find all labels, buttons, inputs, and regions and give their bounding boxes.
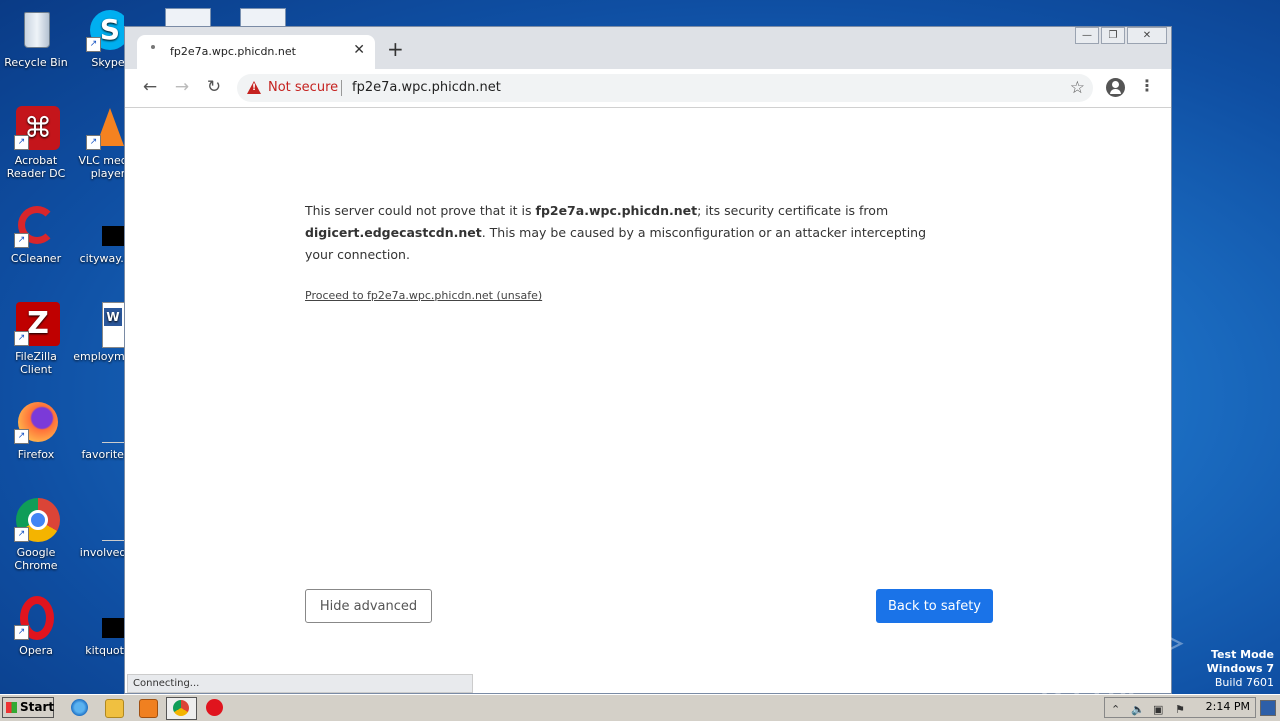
status-bubble: Connecting... [127, 674, 473, 693]
shortcut-arrow-icon: ↗ [14, 429, 29, 444]
shortcut-arrow-icon: ↗ [14, 331, 29, 346]
explanation-text: This server could not prove that it is f… [305, 203, 927, 262]
bookmark-star-icon[interactable]: ☆ [1070, 78, 1085, 98]
opera-taskbar-icon[interactable] [206, 699, 223, 716]
acrobat-icon: ⌘ ↗ [14, 106, 60, 150]
warning-icon[interactable] [247, 81, 261, 94]
chrome-taskbar-icon[interactable] [166, 697, 197, 720]
desktop-icon-chrome[interactable]: ↗ Google Chrome [0, 498, 72, 572]
account-icon[interactable] [1106, 78, 1125, 97]
tab-strip: fp2e7a.wpc.phicdn.net ✕ + — ❐ ✕ [125, 27, 1171, 69]
desktop-icon-ccleaner[interactable]: ↗ CCleaner [0, 204, 72, 265]
proceed-unsafe-link[interactable]: Proceed to fp2e7a.wpc.phicdn.net (unsafe… [305, 289, 542, 302]
interstitial-page: This server could not prove that it is f… [125, 108, 1171, 693]
hide-advanced-button[interactable]: Hide advanced [305, 589, 432, 623]
taskbar: Start ⌃ 🔈 ▣ ⚑ 2:14 PM [0, 694, 1280, 721]
url-text[interactable]: fp2e7a.wpc.phicdn.net [352, 80, 501, 95]
shortcut-arrow-icon: ↗ [14, 135, 29, 150]
not-secure-label[interactable]: Not secure [268, 80, 338, 95]
shortcut-arrow-icon: ↗ [86, 37, 101, 52]
desktop-icon-filezilla[interactable]: Z ↗ FileZilla Client [0, 302, 72, 376]
taskbar-clock[interactable]: 2:14 PM [1206, 700, 1250, 713]
file-icon [86, 498, 124, 542]
close-window-button[interactable]: ✕ [1127, 27, 1167, 44]
desktop-icon-opera[interactable]: ↗ Opera [0, 596, 72, 657]
filezilla-icon: Z ↗ [14, 302, 60, 346]
back-to-safety-button[interactable]: Back to safety [876, 589, 993, 623]
issuer-name: digicert.edgecastcdn.net [305, 225, 482, 240]
tab-loading-icon [151, 45, 155, 49]
desktop-icon-vlc[interactable]: ↗ VLC media player [72, 106, 124, 180]
shortcut-arrow-icon: ↗ [86, 135, 101, 150]
start-button[interactable]: Start [2, 697, 54, 718]
shortcut-arrow-icon: ↗ [14, 527, 29, 542]
document-icon [86, 596, 124, 640]
desktop-icon-skype[interactable]: S ↗ Skype [72, 8, 124, 69]
omnibox-divider [341, 80, 342, 96]
network-icon[interactable]: ▣ [1153, 703, 1163, 716]
desktop-icon-partial [240, 8, 286, 28]
internet-explorer-icon[interactable] [71, 699, 88, 716]
desktop-icon-involvedal[interactable]: involvedal [72, 498, 124, 559]
desktop-icon-favoritefo[interactable]: favoritefo [72, 400, 124, 461]
desktop-icon-kitquote[interactable]: kitquote [72, 596, 124, 657]
volume-icon[interactable]: 🔈 [1131, 703, 1145, 716]
address-bar[interactable]: Not secure fp2e7a.wpc.phicdn.net ☆ [237, 74, 1093, 102]
media-player-icon[interactable] [139, 699, 158, 718]
ccleaner-icon: ↗ [14, 204, 58, 248]
forward-arrow-icon[interactable]: → [171, 77, 193, 97]
desktop-icon-partial [165, 8, 211, 28]
chrome-icon: ↗ [14, 498, 60, 542]
show-desktop-button[interactable] [1260, 700, 1276, 716]
reload-icon[interactable]: ↻ [203, 77, 225, 97]
desktop-icon-firefox[interactable]: ↗ Firefox [0, 400, 72, 461]
browser-toolbar: ← → ↻ Not secure fp2e7a.wpc.phicdn.net ☆… [125, 69, 1171, 108]
skype-icon: S ↗ [86, 8, 124, 52]
tab-close-icon[interactable]: ✕ [353, 42, 365, 58]
shortcut-arrow-icon: ↗ [14, 233, 29, 248]
desktop-icon-employment[interactable]: W employment [72, 302, 124, 363]
desktop-icon-recycle-bin[interactable]: Recycle Bin [0, 8, 72, 69]
recycle-bin-icon [14, 8, 58, 52]
browser-window: fp2e7a.wpc.phicdn.net ✕ + — ❐ ✕ ← → ↻ No… [124, 26, 1172, 694]
back-arrow-icon[interactable]: ← [139, 77, 161, 97]
restore-button[interactable]: ❐ [1101, 27, 1125, 44]
tab-title: fp2e7a.wpc.phicdn.net [170, 45, 296, 58]
menu-kebab-icon[interactable]: ⋮ [1139, 77, 1155, 95]
tab-active[interactable]: fp2e7a.wpc.phicdn.net ✕ [137, 35, 375, 69]
shortcut-arrow-icon: ↗ [14, 625, 29, 640]
test-mode-notice: Test Mode Windows 7 Build 7601 [1206, 648, 1274, 689]
explorer-folder-icon[interactable] [105, 699, 124, 718]
file-icon [86, 400, 124, 444]
desktop-icon-acrobat[interactable]: ⌘ ↗ Acrobat Reader DC [0, 106, 72, 180]
firefox-icon: ↗ [14, 400, 58, 444]
host-name: fp2e7a.wpc.phicdn.net [535, 203, 698, 218]
desktop-icon-cityway[interactable]: cityway.rtf [72, 204, 124, 265]
new-tab-button[interactable]: + [387, 39, 404, 59]
show-hidden-icons-icon[interactable]: ⌃ [1111, 703, 1120, 716]
word-document-icon: W [86, 302, 124, 348]
document-icon [86, 204, 124, 248]
vlc-icon: ↗ [86, 106, 124, 150]
opera-icon: ↗ [14, 596, 58, 640]
minimize-button[interactable]: — [1075, 27, 1099, 44]
action-center-flag-icon[interactable]: ⚑ [1175, 703, 1185, 716]
